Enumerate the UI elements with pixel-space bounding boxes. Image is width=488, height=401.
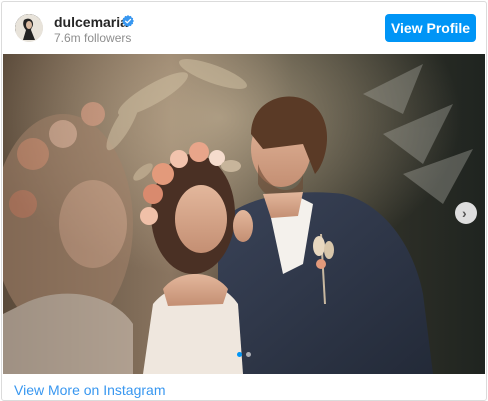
view-profile-button[interactable]: View Profile — [385, 14, 476, 42]
carousel-indicator — [237, 352, 253, 358]
next-slide-button[interactable]: › — [455, 202, 477, 224]
post-footer: View More on Instagram — [2, 374, 486, 400]
follower-count: 7.6m followers — [54, 31, 132, 45]
wedding-photo-image — [3, 54, 485, 374]
post-header: dulcemaria 7.6m followers View Profile — [2, 2, 486, 54]
carousel-dot[interactable] — [246, 352, 251, 357]
view-more-link[interactable]: View More on Instagram — [14, 382, 165, 398]
chevron-right-icon: › — [462, 205, 467, 221]
post-photo[interactable]: › — [3, 54, 485, 374]
verified-badge-icon — [122, 15, 134, 27]
avatar[interactable] — [15, 14, 43, 42]
username[interactable]: dulcemaria — [54, 14, 128, 30]
instagram-embed: dulcemaria 7.6m followers View Profile ›… — [1, 1, 487, 401]
carousel-dot-active — [237, 352, 242, 357]
